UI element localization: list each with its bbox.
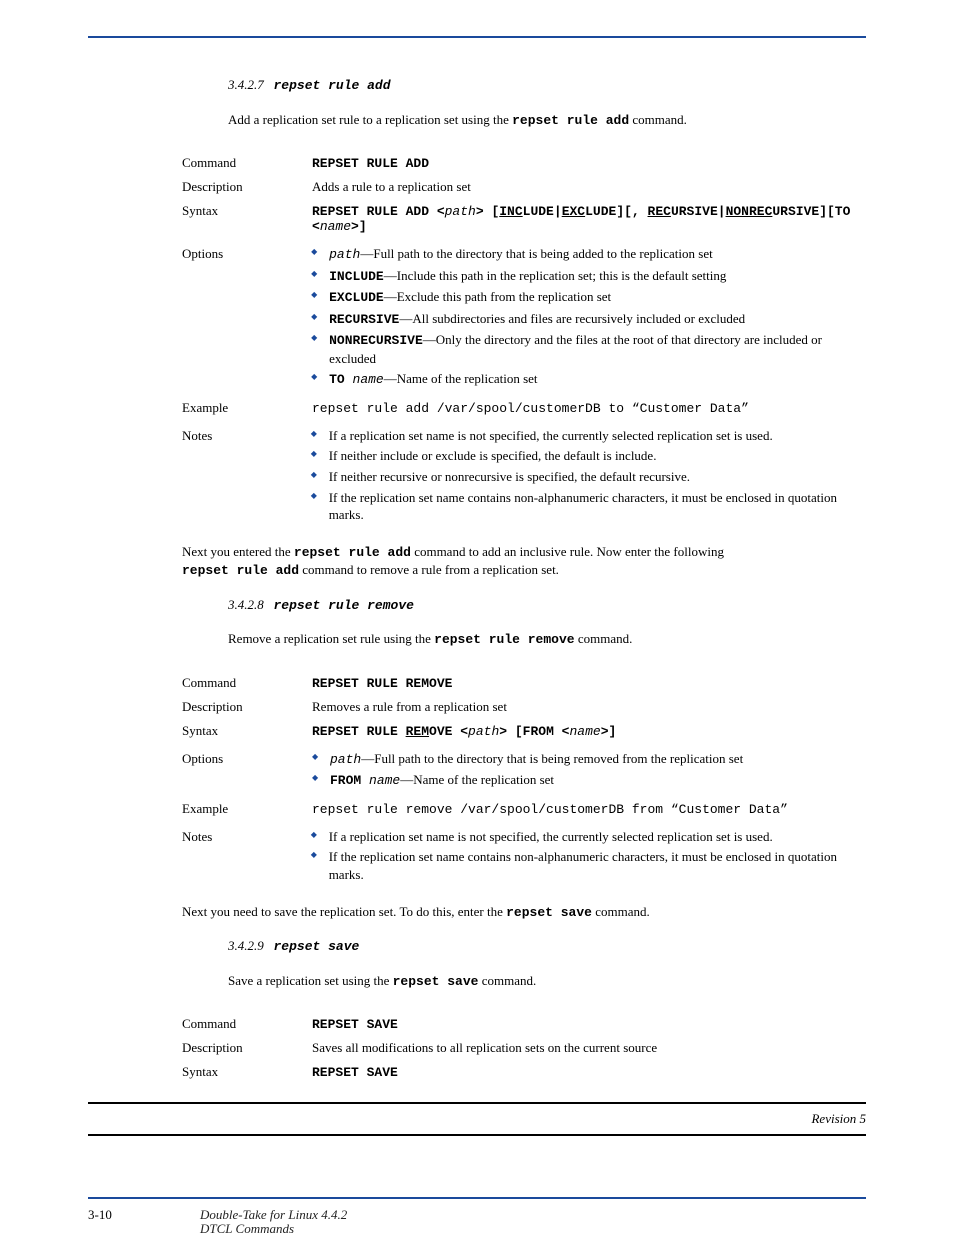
section-cmd: repset rule remove (274, 598, 414, 613)
section-cmd: repset rule add (274, 78, 391, 93)
section-number: 3.4.2.7 (228, 77, 270, 92)
revision-label: Revision 5 (88, 1110, 866, 1128)
page: 3.4.2.7 repset rule add Add a replicatio… (0, 0, 954, 1235)
row-syntax: Syntax REPSET RULE ADD <path> [INCLUDE|E… (182, 203, 866, 234)
section-title-row-2: 3.4.2.8 repset rule remove (228, 596, 866, 615)
end-para-2: repset rule add command to remove a rule… (182, 561, 866, 580)
row-notes: Notes If a replication set name is not s… (182, 424, 866, 527)
intro-text: Add a replication set rule to a replicat… (228, 111, 866, 130)
row-command: Command REPSET RULE ADD (182, 155, 866, 171)
section-number: 3.4.2.8 (228, 597, 270, 612)
section-title-row-3: 3.4.2.9 repset save (228, 937, 866, 956)
command-name: REPSET RULE ADD (312, 156, 429, 171)
options-list: path—Full path to the directory that is … (311, 245, 866, 389)
header-rule (88, 36, 866, 38)
row-options: Options path—Full path to the directory … (182, 242, 866, 392)
row-example: Example repset rule add /var/spool/custo… (182, 400, 866, 416)
syntax: REPSET RULE ADD <path> [INCLUDE|EXCLUDE]… (312, 204, 850, 234)
notes-list: If a replication set name is not specifi… (311, 427, 866, 524)
end-para: Next you entered the repset rule add com… (182, 543, 866, 562)
footer-rule (88, 1197, 866, 1199)
divider-rule (88, 1134, 866, 1136)
section-title-row: 3.4.2.7 repset rule add (228, 76, 866, 95)
divider-rule (88, 1102, 866, 1104)
row-description: Description Adds a rule to a replication… (182, 179, 866, 195)
page-number: 3-10 (88, 1207, 112, 1223)
